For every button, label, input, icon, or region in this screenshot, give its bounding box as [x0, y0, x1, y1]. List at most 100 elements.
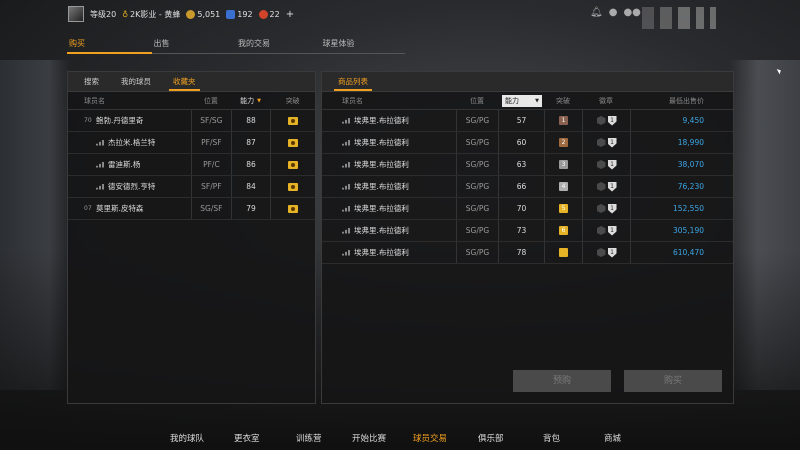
rank-badge-icon: 5	[559, 204, 568, 213]
listing-row[interactable]: 埃弗里.布拉德利 SG/PG 57 1 1 9,450	[322, 110, 733, 132]
rank-cell	[544, 242, 582, 263]
player-position: PF/SF	[191, 132, 231, 153]
add-currency-button[interactable]: +	[286, 9, 294, 20]
listing-row[interactable]: 埃弗里.布拉德利 SG/PG 63 3 1 38,070	[322, 154, 733, 176]
listing-player-cell: 埃弗里.布拉德利	[322, 154, 456, 175]
nav-item[interactable]: 俱乐部	[478, 432, 504, 444]
nav-item[interactable]: 训练营	[296, 432, 322, 444]
rank-badge-icon	[559, 248, 568, 257]
listing-overall: 57	[498, 110, 544, 131]
favorite-row[interactable]: 07 莫里斯.皮特森 SG/SF 79	[68, 198, 315, 220]
rank-badge-icon: 6	[559, 226, 568, 235]
listing-position: SG/PG	[456, 176, 498, 197]
nav-item[interactable]: 我的球队	[170, 432, 204, 444]
tab-my-trades[interactable]: 我的交易	[236, 38, 321, 53]
gold-badge-icon	[288, 138, 299, 147]
badges-cell: 1	[582, 198, 630, 219]
listing-row[interactable]: 埃弗里.布拉德利 SG/PG 78 1 610,470	[322, 242, 733, 264]
breakthrough-cell	[270, 132, 315, 153]
listings-panel: 商品列表 球员名 位置 能力 ▼ 突破 徽章 最低出售价 埃弗里.布拉德利 SG/…	[321, 71, 734, 404]
col-pos[interactable]: 位置	[456, 92, 498, 109]
col-rank[interactable]: 突破	[544, 92, 582, 109]
left-column-header: 球员名 位置 能力 ▼ 突破	[68, 92, 315, 110]
rank-badge-icon: 3	[559, 160, 568, 169]
listing-player-cell: 埃弗里.布拉德利	[322, 242, 456, 263]
locked-badge-icon	[596, 116, 606, 125]
locked-badge-icon	[596, 226, 606, 235]
listing-overall: 78	[498, 242, 544, 263]
listing-position: SG/PG	[456, 132, 498, 153]
nav-item[interactable]: 商城	[604, 432, 621, 444]
shield-badge-icon: 1	[607, 115, 617, 126]
gold-badge-icon	[288, 182, 299, 191]
player-overall: 87	[230, 132, 271, 153]
player-cell: 德安德烈.亨特	[68, 176, 191, 197]
buy-button[interactable]: 购买	[624, 370, 722, 392]
gold-badge-icon	[288, 204, 299, 213]
player-position: SG/SF	[191, 198, 231, 219]
player-cell: 70 鲍勃.丹德里奇	[68, 110, 191, 131]
tab-favorites[interactable]: 收藏夹	[169, 73, 200, 91]
col-name[interactable]: 球员名	[68, 92, 191, 109]
col-ovr-sort[interactable]: 能力 ▼	[498, 92, 544, 109]
signal-icon	[342, 139, 350, 146]
decor-bars	[642, 7, 716, 29]
favorite-row[interactable]: 杰拉米.格兰特 PF/SF 87	[68, 132, 315, 154]
col-lowest-price[interactable]: 最低出售价	[630, 92, 730, 109]
col-badges[interactable]: 徽章	[582, 92, 630, 109]
listing-row[interactable]: 埃弗里.布拉德利 SG/PG 70 5 1 152,550	[322, 198, 733, 220]
player-cell: 雷迪斯.杨	[68, 154, 191, 175]
locked-badge-icon	[596, 204, 606, 213]
nav-item[interactable]: 球员交易	[413, 432, 447, 444]
tab-search[interactable]: 搜索	[80, 73, 103, 91]
friends-icon[interactable]: ●●	[623, 7, 640, 18]
listing-overall: 73	[498, 220, 544, 241]
listing-player-name: 埃弗里.布拉德利	[354, 204, 409, 213]
player-name: 鲍勃.丹德里奇	[96, 116, 144, 125]
listing-position: SG/PG	[456, 154, 498, 175]
listing-row[interactable]: 埃弗里.布拉德利 SG/PG 66 4 1 76,230	[322, 176, 733, 198]
col-overall[interactable]: 能力 ▼	[231, 92, 271, 109]
profile-icon[interactable]: ●	[609, 7, 618, 18]
favorites-list: 70 鲍勃.丹德里奇 SF/SG 88 杰拉米.格兰特 PF/SF 87 雷迪斯…	[68, 110, 315, 220]
tab-sell[interactable]: 出售	[152, 38, 237, 53]
badges-cell: 1	[582, 132, 630, 153]
mt-coin-icon	[226, 9, 236, 19]
jersey-number: 07	[84, 205, 92, 212]
badges-cell: 1	[582, 242, 630, 263]
listing-row[interactable]: 埃弗里.布拉德利 SG/PG 60 2 1 18,990	[322, 132, 733, 154]
col-breakthrough[interactable]: 突破	[270, 92, 315, 109]
listing-row[interactable]: 埃弗里.布拉德利 SG/PG 73 6 1 305,190	[322, 220, 733, 242]
token-currency: 22	[258, 9, 280, 19]
avatar[interactable]	[68, 6, 84, 22]
shield-badge-icon: 1	[607, 137, 617, 148]
listing-player-name: 埃弗里.布拉德利	[354, 182, 409, 191]
gold-badge-icon	[288, 160, 299, 169]
rank-cell: 4	[544, 176, 582, 197]
player-position: SF/PF	[191, 176, 231, 197]
favorite-row[interactable]: 德安德烈.亨特 SF/PF 84	[68, 176, 315, 198]
mt-currency: 192	[226, 9, 253, 19]
ovr-sort-select[interactable]: 能力 ▼	[502, 94, 542, 107]
col-player-name[interactable]: 球员名	[322, 92, 456, 109]
tab-item-list[interactable]: 商品列表	[334, 73, 372, 91]
bid-button[interactable]: 预购	[513, 370, 611, 392]
nav-item[interactable]: 开始比赛	[352, 432, 386, 444]
rank-cell: 3	[544, 154, 582, 175]
listing-price: 152,550	[630, 198, 730, 219]
nav-item[interactable]: 更衣室	[234, 432, 260, 444]
tab-my-players[interactable]: 我的球员	[117, 73, 155, 91]
favorite-row[interactable]: 雷迪斯.杨 PF/C 86	[68, 154, 315, 176]
nav-item[interactable]: 背包	[543, 432, 560, 444]
listing-price: 18,990	[630, 132, 730, 153]
player-overall: 84	[230, 176, 271, 197]
signal-icon	[342, 117, 350, 124]
notification-bell-icon[interactable]: 🔔︎	[590, 7, 603, 18]
player-name: 杰拉米.格兰特	[108, 138, 156, 147]
tab-buy[interactable]: 购买	[67, 38, 152, 54]
signal-icon	[342, 227, 350, 234]
col-position[interactable]: 位置	[191, 92, 231, 109]
tab-star-trial[interactable]: 球星体验	[321, 38, 406, 53]
favorite-row[interactable]: 70 鲍勃.丹德里奇 SF/SG 88	[68, 110, 315, 132]
listing-price: 38,070	[630, 154, 730, 175]
